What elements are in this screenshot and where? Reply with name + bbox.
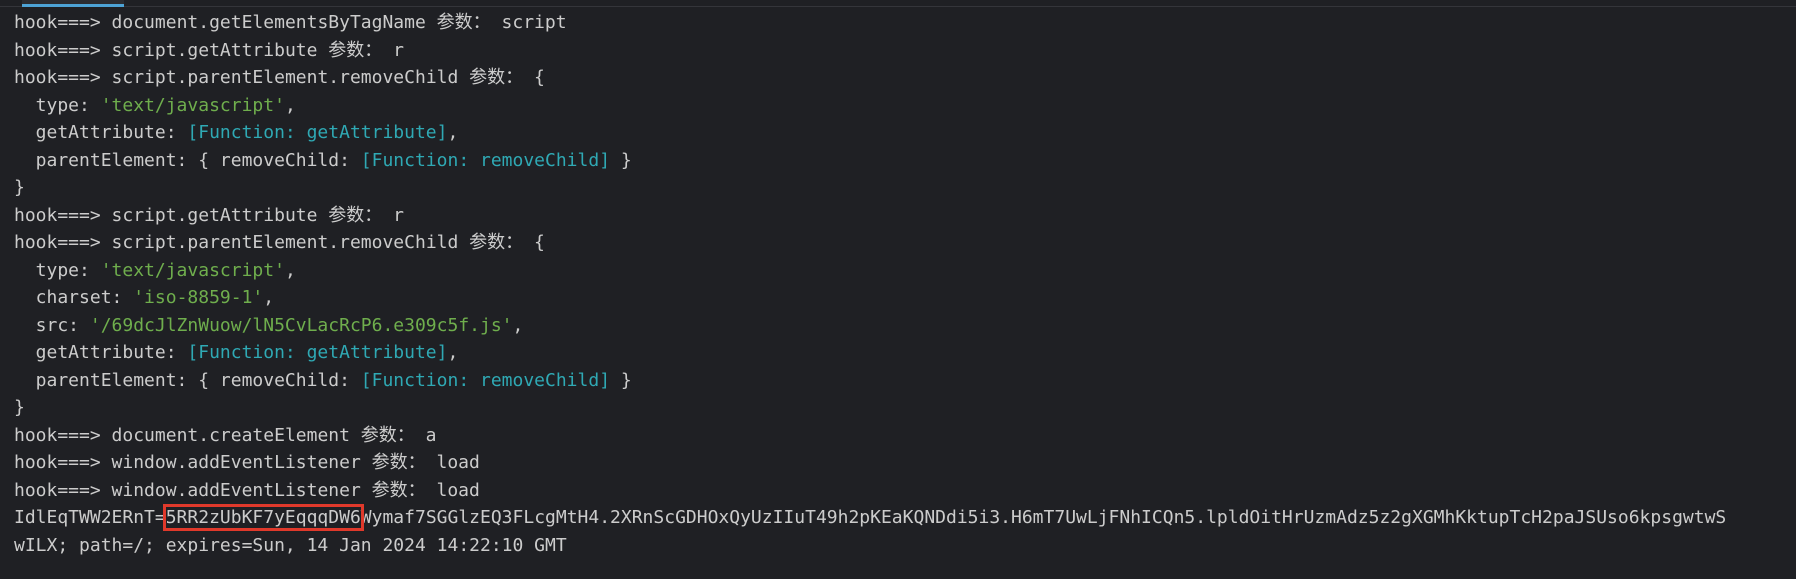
hook-arg: {: [534, 67, 545, 88]
hook-arg: load: [436, 479, 480, 501]
hook-log-line: hook===> script.parentElement.removeChil…: [14, 229, 1796, 257]
active-tab-indicator[interactable]: [22, 0, 124, 7]
string-value: 'text/javascript': [100, 94, 285, 116]
hook-call: script.getAttribute: [111, 204, 318, 226]
hook-call: window.addEventListener: [111, 452, 361, 473]
hook-call: script.parentElement.removeChild: [111, 232, 459, 253]
property-key: type:: [14, 94, 101, 116]
function-value: [Function: removeChild]: [360, 149, 611, 171]
hook-param-label: 参数：: [317, 204, 394, 226]
object-property-line: charset: 'iso-8859-1',: [14, 284, 1796, 312]
cookie-line-1: IdlEqTWW2ERnT=5RR2zUbKF7yEqqqDW6Wymaf7SG…: [14, 504, 1796, 532]
hook-arg: r: [393, 39, 404, 61]
cookie-line-2: wILX; path=/; expires=Sun, 14 Jan 2024 1…: [14, 534, 567, 556]
hook-prefix: hook===>: [14, 424, 112, 446]
hook-param-label: 参数：: [360, 479, 437, 501]
terminal-top-border: [0, 0, 1796, 7]
property-tail: }: [610, 369, 632, 391]
property-key: type:: [14, 259, 101, 281]
terminal-lines: hook===> document.getElementsByTagName 参…: [14, 9, 1796, 504]
hook-arg: r: [393, 204, 404, 226]
property-key: getAttribute:: [14, 342, 188, 363]
property-key: src:: [14, 314, 90, 336]
property-tail: ,: [284, 259, 296, 281]
hook-log-line: hook===> document.createElement 参数： a: [14, 422, 1796, 450]
hook-arg: script: [501, 12, 567, 33]
hook-prefix: hook===>: [14, 452, 112, 473]
function-value: [Function: getAttribute]: [187, 342, 448, 363]
closing-brace: }: [14, 177, 25, 198]
hook-log-line: hook===> script.getAttribute 参数： r: [14, 37, 1796, 65]
hook-prefix: hook===>: [14, 232, 112, 253]
hook-param-label: 参数：: [349, 424, 426, 446]
hook-log-line: hook===> script.getAttribute 参数： r: [14, 202, 1796, 230]
hook-log-line: hook===> window.addEventListener 参数： loa…: [14, 449, 1796, 477]
hook-call: window.addEventListener: [111, 479, 361, 501]
hook-arg: {: [534, 232, 545, 253]
hook-call: script.getAttribute: [111, 39, 318, 61]
object-property-line: type: 'text/javascript',: [14, 92, 1796, 120]
hook-param-label: 参数：: [360, 452, 437, 473]
closing-brace-line: }: [14, 174, 1796, 202]
hook-prefix: hook===>: [14, 204, 112, 226]
hook-param-label: 参数：: [458, 232, 535, 253]
object-property-line: parentElement: { removeChild: [Function:…: [14, 147, 1796, 175]
function-value: [Function: removeChild]: [360, 369, 611, 391]
hook-arg: load: [436, 452, 480, 473]
hook-param-label: 参数：: [458, 67, 535, 88]
object-property-line: getAttribute: [Function: getAttribute],: [14, 119, 1796, 147]
property-tail: ,: [447, 342, 459, 363]
property-tail: }: [610, 149, 632, 171]
property-tail: ,: [447, 122, 459, 143]
hook-log-line: hook===> script.parentElement.removeChil…: [14, 64, 1796, 92]
property-tail: ,: [512, 314, 524, 336]
property-key: parentElement: { removeChild:: [14, 369, 361, 391]
string-value: '/69dcJlZnWuow/lN5CvLacRcP6.e309c5f.js': [89, 314, 513, 336]
cookie-name: IdlEqTWW2ERnT=: [14, 507, 166, 528]
property-key: charset:: [14, 287, 134, 308]
object-property-line: src: '/69dcJlZnWuow/lN5CvLacRcP6.e309c5f…: [14, 312, 1796, 340]
property-key: getAttribute:: [14, 122, 188, 143]
property-tail: ,: [284, 94, 296, 116]
closing-brace-line: }: [14, 394, 1796, 422]
terminal-output[interactable]: hook===> document.getElementsByTagName 参…: [14, 9, 1796, 559]
object-property-line: parentElement: { removeChild: [Function:…: [14, 367, 1796, 395]
closing-brace: }: [14, 397, 25, 418]
function-value: [Function: getAttribute]: [187, 122, 448, 143]
string-value: 'text/javascript': [100, 259, 285, 281]
hook-prefix: hook===>: [14, 39, 112, 61]
hook-prefix: hook===>: [14, 67, 112, 88]
hook-param-label: 参数：: [317, 39, 394, 61]
hook-log-line: hook===> document.getElementsByTagName 参…: [14, 9, 1796, 37]
hook-param-label: 参数：: [425, 12, 502, 33]
hook-call: script.parentElement.removeChild: [111, 67, 459, 88]
hook-arg: a: [425, 424, 437, 446]
object-property-line: type: 'text/javascript',: [14, 257, 1796, 285]
highlighted-cookie-value: 5RR2zUbKF7yEqqqDW6: [162, 504, 364, 531]
hook-log-line: hook===> window.addEventListener 参数： loa…: [14, 477, 1796, 505]
object-property-line: getAttribute: [Function: getAttribute],: [14, 339, 1796, 367]
cookie-value-rest: Wymaf7SGGlzEQ3FLcgMtH4.2XRnScGDHOxQyUzII…: [360, 507, 1727, 528]
property-key: parentElement: { removeChild:: [14, 149, 361, 171]
hook-prefix: hook===>: [14, 12, 112, 33]
hook-prefix: hook===>: [14, 479, 112, 501]
hook-call: document.getElementsByTagName: [111, 12, 426, 33]
string-value: 'iso-8859-1': [133, 287, 264, 308]
hook-call: document.createElement: [111, 424, 350, 446]
property-tail: ,: [263, 287, 275, 308]
